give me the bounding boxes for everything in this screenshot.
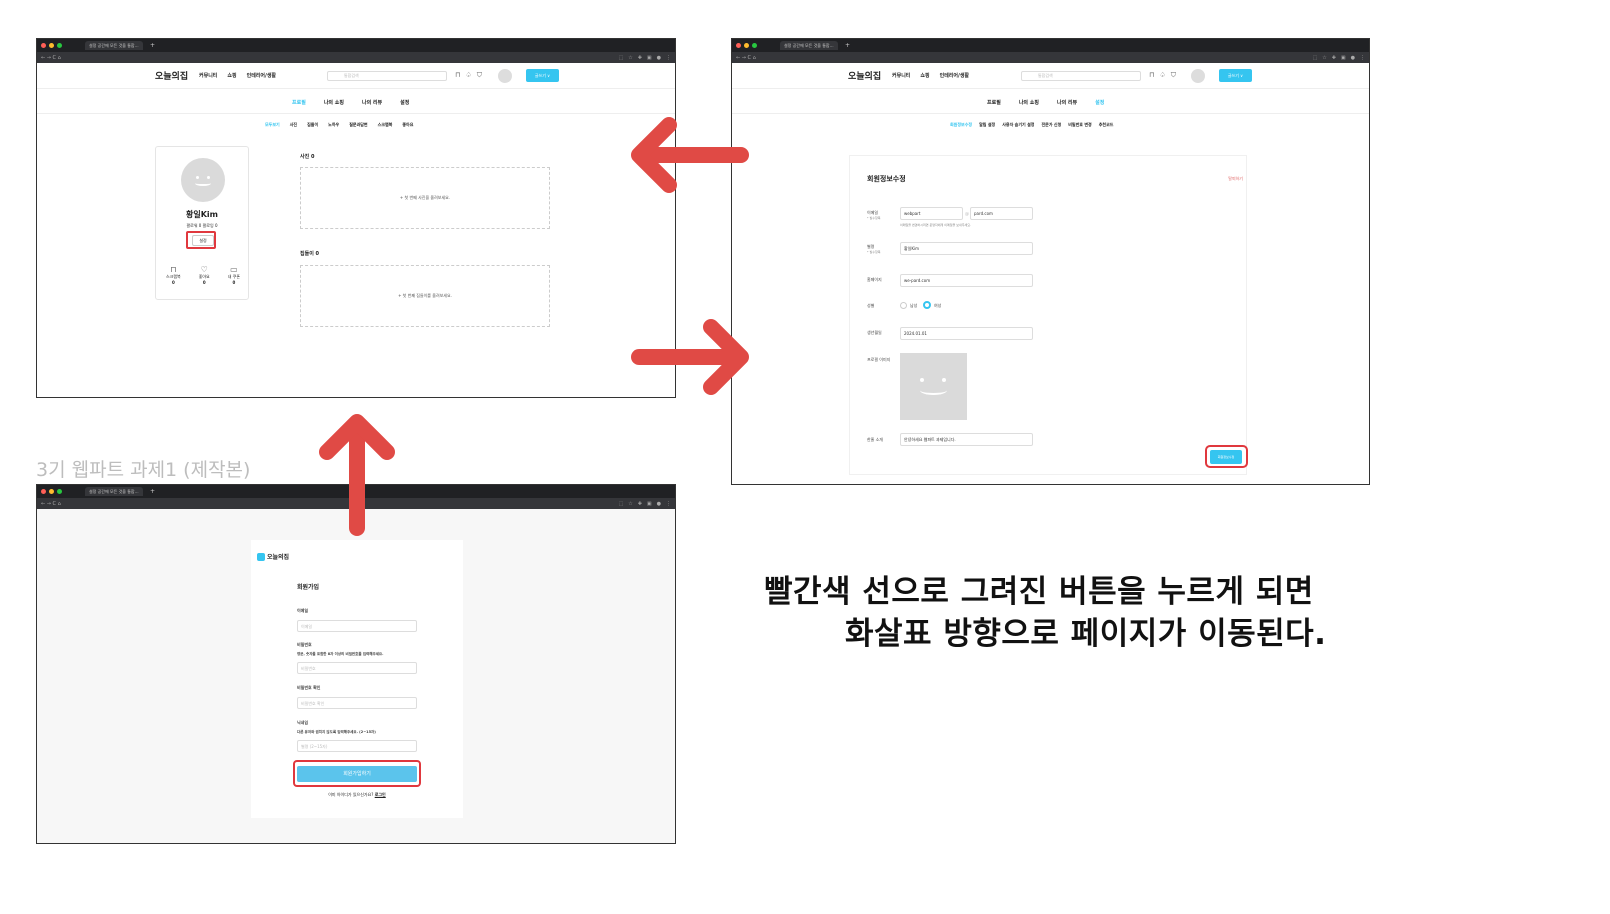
arrow-up-icon	[319, 414, 395, 536]
caption-line-2: 화살표 방향으로 페이지가 이동된다.	[845, 616, 1327, 652]
arrow-left-icon	[631, 117, 749, 193]
arrow-right-icon	[631, 319, 749, 395]
arrows-overlay	[319, 117, 749, 536]
caption-line-1: 빨간색 선으로 그려진 버튼을 누르게 되면	[764, 574, 1314, 610]
